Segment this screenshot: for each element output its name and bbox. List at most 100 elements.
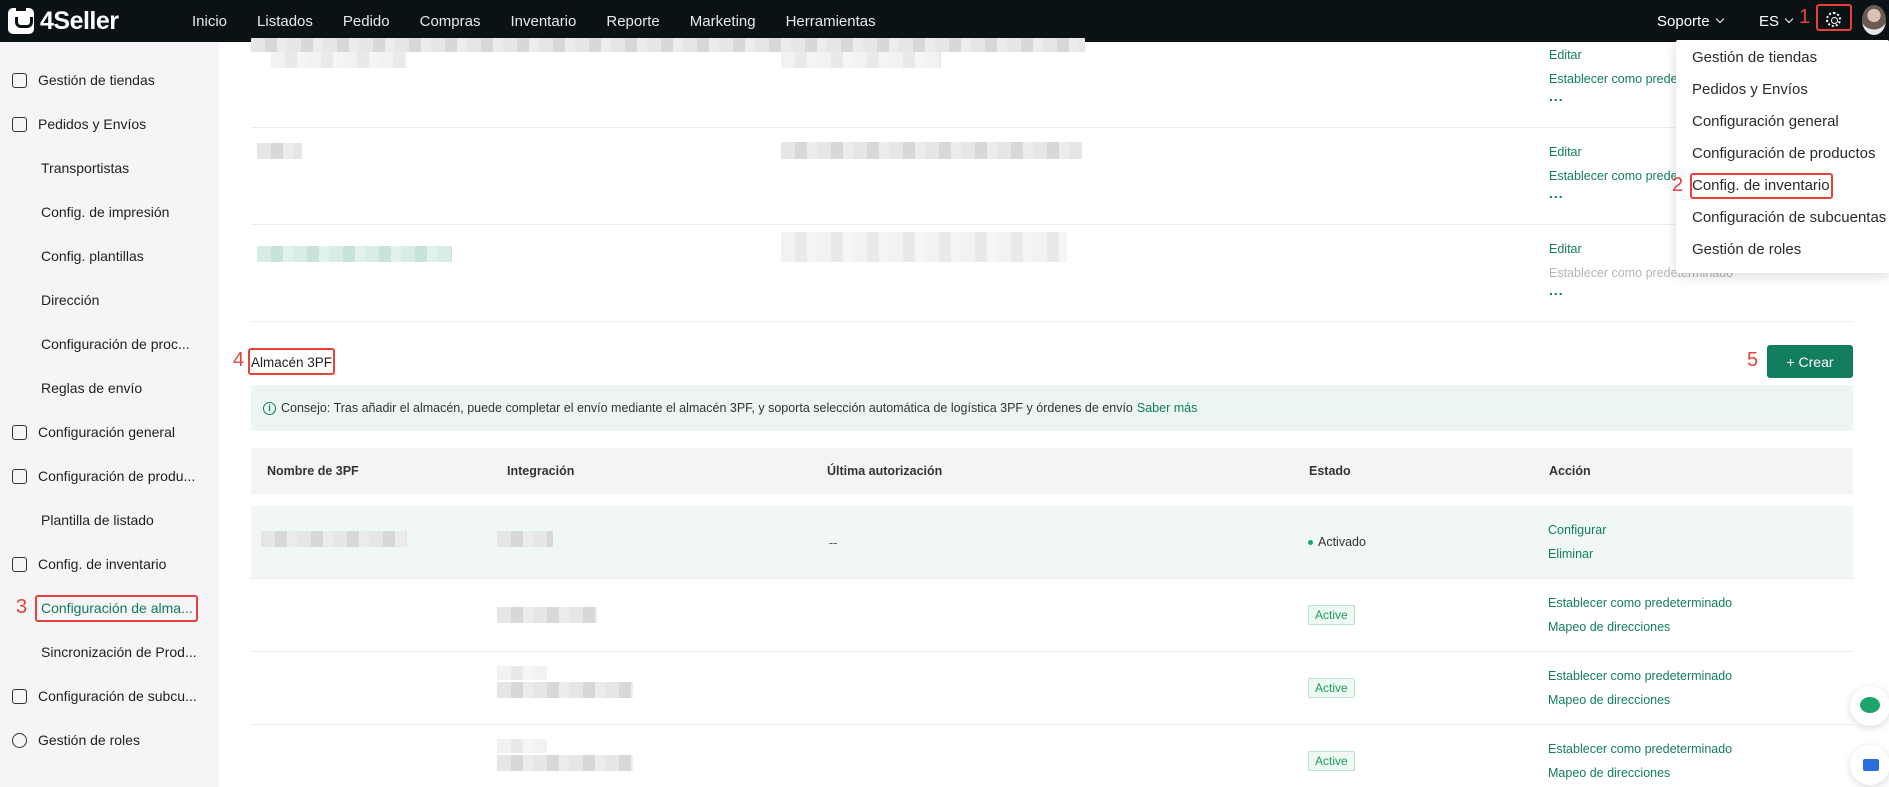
address-mapping-link[interactable]: Mapeo de direcciones xyxy=(1548,693,1670,707)
sidebar-item-label: Config. de inventario xyxy=(38,556,167,572)
column-header: Nombre de 3PF xyxy=(267,464,359,478)
sidebar-item-general-settings[interactable]: Configuración general xyxy=(0,410,219,454)
set-default-link[interactable]: Establecer como predeterminado xyxy=(1548,742,1732,756)
set-default-link[interactable]: Establecer como predeterminado xyxy=(1548,669,1732,683)
status-dot-icon xyxy=(1308,540,1313,546)
language-label: ES xyxy=(1759,12,1780,30)
more-actions[interactable]: ... xyxy=(1549,185,1564,201)
menu-item-store-management[interactable]: Gestión de tiendas xyxy=(1692,49,1817,66)
redacted-text xyxy=(497,682,633,698)
last-authorization: -- xyxy=(829,536,838,550)
annotation-number-2: 2 xyxy=(1672,174,1684,196)
avatar[interactable] xyxy=(1862,5,1886,35)
menu-item-orders-shipping[interactable]: Pedidos y Envíos xyxy=(1692,81,1808,98)
sidebar-item-store-management[interactable]: Gestión de tiendas xyxy=(0,58,219,102)
set-default-link[interactable]: Establecer como predeterminado xyxy=(1548,596,1732,610)
sidebar-item-inventory-config[interactable]: Config. de inventario xyxy=(0,542,219,586)
nav-inicio[interactable]: Inicio xyxy=(192,13,227,30)
create-button[interactable]: + Crear xyxy=(1767,345,1853,378)
redacted-text xyxy=(497,531,553,547)
sidebar-item-product-settings[interactable]: Configuración de produ... xyxy=(0,454,219,498)
sidebar-item-listing-template[interactable]: Plantilla de listado xyxy=(0,498,219,542)
redacted-text xyxy=(781,52,941,68)
nav-inventario[interactable]: Inventario xyxy=(510,13,576,30)
sidebar-item-label: Transportistas xyxy=(41,160,130,176)
customer-service-button[interactable] xyxy=(1850,686,1889,726)
sidebar-item-label: Gestión de tiendas xyxy=(38,72,155,88)
nav-reporte[interactable]: Reporte xyxy=(606,13,659,30)
sidebar-item-label: Dirección xyxy=(41,292,100,308)
orders-icon xyxy=(12,116,27,132)
main-nav: Inicio Listados Pedido Compras Inventari… xyxy=(192,0,906,42)
roles-icon xyxy=(12,732,27,748)
settings-sidebar: Gestión de tiendas Pedidos y Envíos Tran… xyxy=(0,42,219,787)
sidebar-item-print-config[interactable]: Config. de impresión xyxy=(0,190,219,234)
sidebar-item-label: Configuración de produ... xyxy=(38,468,196,484)
more-actions[interactable]: ... xyxy=(1549,88,1564,104)
menu-item-product-settings[interactable]: Configuración de productos xyxy=(1692,145,1875,162)
info-icon: i xyxy=(263,401,276,415)
sidebar-item-address[interactable]: Dirección xyxy=(0,278,219,322)
sidebar-item-subaccounts[interactable]: Configuración de subcu... xyxy=(0,674,219,718)
address-mapping-link[interactable]: Mapeo de direcciones xyxy=(1548,766,1670,780)
configure-link[interactable]: Configurar xyxy=(1548,523,1606,537)
sidebar-item-carriers[interactable]: Transportistas xyxy=(0,146,219,190)
sidebar-item-shipping-rules[interactable]: Reglas de envío xyxy=(0,366,219,410)
general-settings-icon xyxy=(12,424,27,440)
sidebar-item-templates[interactable]: Config. plantillas xyxy=(0,234,219,278)
delete-link[interactable]: Eliminar xyxy=(1548,547,1593,561)
sidebar-item-label: Pedidos y Envíos xyxy=(38,116,147,132)
sidebar-item-product-sync[interactable]: Sincronización de Prod... xyxy=(0,630,219,674)
more-actions[interactable]: ... xyxy=(1549,282,1564,298)
sidebar-item-label: Gestión de roles xyxy=(38,732,140,748)
inventory-icon xyxy=(12,556,27,572)
sidebar-item-label: Config. plantillas xyxy=(41,248,144,264)
support-label: Soporte xyxy=(1657,12,1710,30)
table-header: Nombre de 3PF Integración Última autoriz… xyxy=(251,448,1853,494)
logo-icon xyxy=(8,8,34,34)
learn-more-link[interactable]: Saber más xyxy=(1137,401,1197,415)
menu-item-subaccounts[interactable]: Configuración de subcuentas xyxy=(1692,209,1886,226)
tutorial-button[interactable] xyxy=(1850,745,1889,785)
sidebar-item-label: Config. de impresión xyxy=(41,204,170,220)
sidebar-item-label: Reglas de envío xyxy=(41,380,143,396)
chevron-down-icon xyxy=(1784,14,1794,24)
redacted-text xyxy=(781,142,1082,159)
status-badge: Active xyxy=(1308,678,1355,698)
column-header: Acción xyxy=(1549,464,1591,478)
edit-link[interactable]: Editar xyxy=(1549,145,1582,159)
tip-banner: i Consejo: Tras añadir el almacén, puede… xyxy=(251,385,1853,431)
chat-support-icon xyxy=(1860,697,1880,713)
annotation-box-warehouse-config xyxy=(35,595,198,622)
menu-item-roles[interactable]: Gestión de roles xyxy=(1692,241,1801,258)
redacted-text xyxy=(257,246,452,262)
sidebar-item-roles[interactable]: Gestión de roles xyxy=(0,718,219,762)
sidebar-item-process-config[interactable]: Configuración de proc... xyxy=(0,322,219,366)
language-selector[interactable]: ES xyxy=(1759,0,1794,42)
table-row: Active Establecer como predeterminado Ma… xyxy=(251,652,1853,725)
menu-item-general-settings[interactable]: Configuración general xyxy=(1692,113,1839,130)
brand-logo[interactable]: 4Seller xyxy=(8,6,119,36)
warehouse-header-redacted xyxy=(251,38,1085,52)
row-divider xyxy=(251,224,1853,225)
sidebar-item-orders-shipping[interactable]: Pedidos y Envíos xyxy=(0,102,219,146)
nav-pedido[interactable]: Pedido xyxy=(343,13,390,30)
edit-link[interactable]: Editar xyxy=(1549,242,1582,256)
subaccount-icon xyxy=(12,688,27,704)
nav-compras[interactable]: Compras xyxy=(420,13,481,30)
tip-text: Consejo: Tras añadir el almacén, puede c… xyxy=(281,401,1133,415)
redacted-text xyxy=(497,666,547,680)
annotation-number-3: 3 xyxy=(16,596,28,618)
redacted-text xyxy=(781,232,1067,262)
edit-link[interactable]: Editar xyxy=(1549,48,1582,62)
annotation-box-settings xyxy=(1816,4,1852,31)
column-header: Estado xyxy=(1309,464,1351,478)
redacted-text xyxy=(497,739,547,753)
nav-listados[interactable]: Listados xyxy=(257,13,313,30)
redacted-text xyxy=(271,52,407,68)
support-menu[interactable]: Soporte xyxy=(1657,0,1724,42)
nav-herramientas[interactable]: Herramientas xyxy=(786,13,876,30)
nav-marketing[interactable]: Marketing xyxy=(690,13,756,30)
annotation-number-5: 5 xyxy=(1747,349,1759,371)
address-mapping-link[interactable]: Mapeo de direcciones xyxy=(1548,620,1670,634)
